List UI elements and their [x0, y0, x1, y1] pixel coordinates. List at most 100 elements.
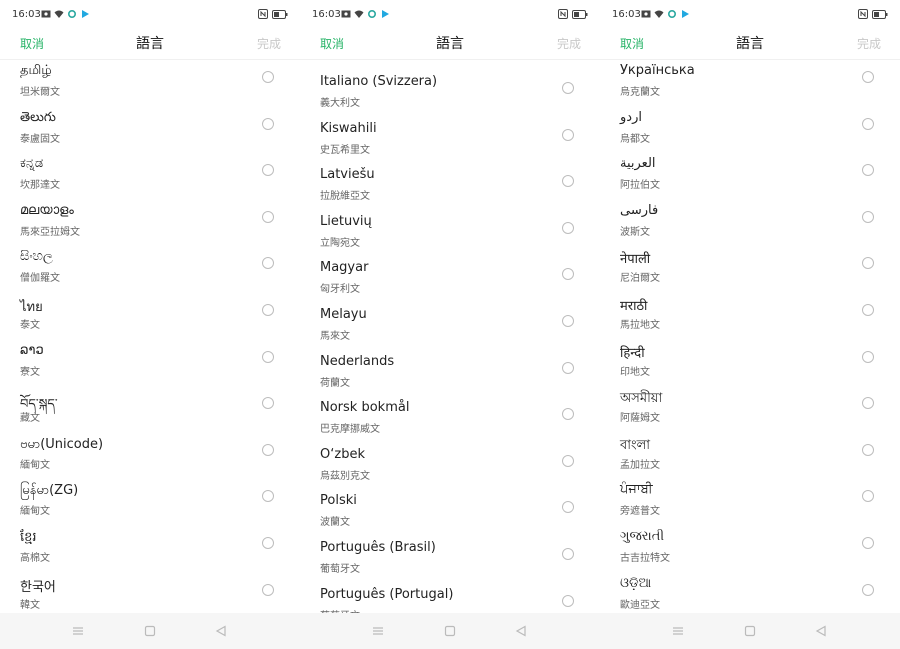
play-store-icon: [382, 10, 389, 18]
language-item[interactable]: ខ្មែរ 高棉文: [0, 527, 300, 573]
language-item[interactable]: O‘zbek 烏茲別克文: [300, 445, 600, 491]
radio-button[interactable]: [562, 408, 574, 421]
home-icon[interactable]: [143, 624, 157, 638]
language-localized-name: 波蘭文: [320, 517, 350, 529]
radio-button[interactable]: [862, 304, 874, 316]
language-list: தமிழ் 坦米爾文 తెలుగు 泰盧固文 ಕನ್ನಡ 坎那達文 മലയാളം…: [0, 61, 300, 613]
language-item[interactable]: Magyar 匈牙利文: [300, 258, 600, 304]
radio-button[interactable]: [562, 128, 574, 141]
language-item[interactable]: தமிழ் 坦米爾文: [0, 61, 300, 107]
language-item[interactable]: অসমীয়া 阿薩姆文: [600, 387, 900, 433]
radio-button[interactable]: [562, 315, 574, 327]
radio-button[interactable]: [862, 164, 874, 177]
language-item[interactable]: Norsk bokmål 巴克摩挪威文: [300, 398, 600, 444]
radio-button[interactable]: [862, 257, 874, 270]
language-item[interactable]: मराठी 馬拉地文: [600, 294, 900, 340]
radio-button[interactable]: [262, 537, 274, 549]
radio-button[interactable]: [262, 443, 274, 456]
language-native-name: සිංහල: [20, 249, 53, 265]
radio-button[interactable]: [862, 117, 874, 130]
radio-button[interactable]: [862, 350, 874, 363]
language-item[interactable]: Lietuvių 立陶宛文: [300, 212, 600, 258]
language-item[interactable]: ဗမာ(Unicode) 緬甸文: [0, 434, 300, 480]
radio-button[interactable]: [562, 175, 574, 188]
language-item[interactable]: हिन्दी 印地文: [600, 341, 900, 387]
menu-icon[interactable]: [371, 624, 385, 638]
language-native-name: Polski: [320, 493, 357, 509]
radio-button[interactable]: [862, 443, 874, 456]
radio-button[interactable]: [862, 210, 874, 223]
back-icon[interactable]: [814, 624, 828, 638]
language-item[interactable]: 한국어 韓文: [0, 574, 300, 613]
back-icon[interactable]: [514, 624, 528, 638]
radio-button[interactable]: [562, 361, 574, 374]
home-icon[interactable]: [443, 624, 457, 638]
language-item[interactable]: Kiswahili 史瓦希里文: [300, 119, 600, 165]
language-item[interactable]: Português (Brasil) 葡萄牙文: [300, 538, 600, 584]
language-item[interactable]: తెలుగు 泰盧固文: [0, 108, 300, 154]
wifi-icon: [354, 10, 364, 18]
done-button[interactable]: 完成: [257, 35, 281, 52]
language-item[interactable]: Melayu 馬來文: [300, 305, 600, 351]
radio-button[interactable]: [262, 350, 274, 363]
done-button[interactable]: 完成: [857, 35, 881, 52]
done-button[interactable]: 完成: [557, 35, 581, 52]
language-item[interactable]: සිංහල 僧伽羅文: [0, 247, 300, 293]
radio-button[interactable]: [562, 501, 574, 514]
language-native-name: မြန်မာ(ZG): [20, 483, 79, 499]
language-item[interactable]: Polski 波蘭文: [300, 491, 600, 537]
language-item[interactable]: ລາວ 寮文: [0, 341, 300, 387]
language-item[interactable]: မြန်မာ(ZG) 緬甸文: [0, 480, 300, 526]
radio-button[interactable]: [562, 454, 574, 467]
language-item[interactable]: اردو 烏都文: [600, 108, 900, 154]
language-native-name: Lietuvių: [320, 213, 372, 229]
radio-button[interactable]: [262, 164, 274, 177]
radio-button[interactable]: [262, 71, 274, 83]
language-native-name: ಕನ್ನಡ: [20, 156, 44, 172]
language-item[interactable]: العربية 阿拉伯文: [600, 154, 900, 200]
radio-button[interactable]: [862, 490, 874, 503]
language-localized-name: 烏克蘭文: [620, 87, 660, 98]
language-item[interactable]: Português (Portugal) 葡萄牙文: [300, 585, 600, 613]
language-item[interactable]: Latviešu 拉脫維亞文: [300, 165, 600, 211]
language-item[interactable]: فارسی 波斯文: [600, 201, 900, 247]
page-title: 語言: [436, 36, 464, 52]
language-item[interactable]: नेपाली 尼泊爾文: [600, 247, 900, 293]
radio-button[interactable]: [262, 583, 274, 596]
radio-button[interactable]: [562, 268, 574, 281]
language-item[interactable]: Українська 烏克蘭文: [600, 61, 900, 107]
home-icon[interactable]: [743, 624, 757, 638]
language-native-name: ਪੰਜਾਬੀ: [620, 482, 653, 498]
radio-button[interactable]: [562, 594, 574, 607]
radio-button[interactable]: [262, 304, 274, 316]
language-item[interactable]: ਪੰਜਾਬੀ 旁遮普文: [600, 480, 900, 526]
radio-button[interactable]: [262, 397, 274, 410]
language-item[interactable]: മലയാളം 馬來亞拉姆文: [0, 201, 300, 247]
language-item[interactable]: ไทย 泰文: [0, 294, 300, 340]
radio-button[interactable]: [562, 548, 574, 560]
language-item[interactable]: Italiano (Svizzera) 義大利文: [300, 72, 600, 118]
language-item[interactable]: বাংলা 孟加拉文: [600, 434, 900, 480]
language-item[interactable]: ಕನ್ನಡ 坎那達文: [0, 154, 300, 200]
radio-button[interactable]: [562, 221, 574, 234]
radio-button[interactable]: [262, 210, 274, 223]
language-localized-name: 葡萄牙文: [320, 564, 360, 575]
back-icon[interactable]: [214, 624, 228, 638]
radio-button[interactable]: [262, 257, 274, 270]
language-item[interactable]: ଓଡ଼ିଆ 歐迪亞文: [600, 574, 900, 613]
menu-icon[interactable]: [671, 624, 685, 638]
radio-button[interactable]: [562, 82, 574, 94]
menu-icon[interactable]: [71, 624, 85, 638]
language-native-name: Português (Portugal): [320, 586, 454, 602]
wifi-icon: [54, 10, 64, 18]
radio-button[interactable]: [262, 117, 274, 130]
radio-button[interactable]: [862, 71, 874, 83]
radio-button[interactable]: [262, 490, 274, 503]
radio-button[interactable]: [862, 397, 874, 410]
language-item[interactable]: བོད་སྐད་ 藏文: [0, 387, 300, 433]
language-item[interactable]: Nederlands 荷蘭文: [300, 352, 600, 398]
radio-button[interactable]: [862, 537, 874, 549]
language-item[interactable]: ગુજરાતી 古吉拉特文: [600, 527, 900, 573]
radio-button[interactable]: [862, 583, 874, 596]
language-localized-name: 匈牙利文: [320, 284, 360, 296]
